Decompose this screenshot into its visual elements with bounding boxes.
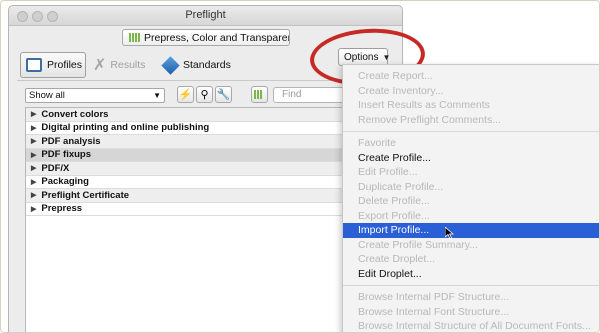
title-bar[interactable]: Preflight bbox=[9, 6, 402, 26]
disclosure-triangle-icon[interactable]: ▶ bbox=[31, 110, 36, 118]
tab-results-label: Results bbox=[110, 59, 146, 71]
disclosure-triangle-icon[interactable]: ▶ bbox=[31, 151, 36, 159]
tab-profiles-label: Profiles bbox=[47, 59, 83, 71]
bars-icon bbox=[129, 33, 140, 42]
menu-item-create-droplet[interactable]: Create Droplet... bbox=[343, 252, 599, 267]
disclosure-triangle-icon[interactable]: ▶ bbox=[31, 178, 36, 186]
menu-item-remove-preflight-comments[interactable]: Remove Preflight Comments... bbox=[343, 113, 599, 128]
category-label: Convert colors bbox=[41, 108, 109, 120]
tab-standards-label: Standards bbox=[183, 59, 231, 71]
wrench-button[interactable]: 🔧 bbox=[215, 86, 232, 103]
window-title: Preflight bbox=[185, 9, 226, 21]
magnifier-button[interactable]: ⚲ bbox=[196, 86, 213, 103]
profile-set-label: Prepress, Color and Transparency bbox=[144, 31, 290, 44]
menu-item-create-inventory[interactable]: Create Inventory... bbox=[343, 84, 599, 99]
tab-standards[interactable]: Standards bbox=[161, 52, 231, 78]
wrench-icon: 🔧 bbox=[216, 89, 231, 101]
category-label: PDF analysis bbox=[41, 135, 101, 147]
chevron-down-icon: ▼ bbox=[382, 52, 391, 62]
menu-separator bbox=[343, 285, 599, 286]
printer-icon bbox=[26, 58, 42, 72]
screenshot-frame: Preflight Prepress, Color and Transparen… bbox=[0, 0, 600, 333]
mouse-pointer-icon bbox=[445, 227, 454, 239]
profiles-list: ▶ Convert colors ▶ Digital printing and on… bbox=[25, 107, 350, 332]
disclosure-triangle-icon[interactable]: ▶ bbox=[31, 164, 36, 172]
tab-profiles[interactable]: Profiles bbox=[20, 52, 86, 78]
menu-item-import-profile[interactable]: Import Profile... bbox=[343, 223, 599, 238]
menu-item-create-profile-summary[interactable]: Create Profile Summary... bbox=[343, 238, 599, 253]
fix-icon-button[interactable]: ⚡ bbox=[177, 86, 194, 103]
filter-dropdown[interactable]: Show all ▼ bbox=[25, 88, 165, 103]
menu-item-favorite[interactable]: Favorite bbox=[343, 136, 599, 151]
bars-icon bbox=[253, 90, 262, 99]
options-label: Options bbox=[344, 51, 379, 63]
disclosure-triangle-icon[interactable]: ▶ bbox=[31, 124, 36, 132]
category-label: Preflight Certificate bbox=[41, 189, 130, 201]
standards-diamond-icon bbox=[161, 55, 180, 75]
find-input[interactable]: Find bbox=[273, 87, 345, 103]
chevron-down-icon: ▼ bbox=[153, 91, 161, 100]
menu-item-duplicate-profile[interactable]: Duplicate Profile... bbox=[343, 180, 599, 195]
profile-set-dropdown[interactable]: Prepress, Color and Transparency ▼ bbox=[122, 29, 290, 46]
menu-item-delete-profile[interactable]: Delete Profile... bbox=[343, 194, 599, 209]
profile-group-button[interactable] bbox=[251, 86, 268, 103]
menu-item-browse-all-document-fonts[interactable]: Browse Internal Structure of All Documen… bbox=[343, 319, 599, 332]
tab-results[interactable]: ✗ Results bbox=[93, 52, 145, 78]
menu-item-edit-droplet[interactable]: Edit Droplet... bbox=[343, 267, 599, 282]
menu-item-create-report[interactable]: Create Report... bbox=[343, 69, 599, 84]
list-item[interactable]: ▶ PDF analysis bbox=[26, 135, 349, 149]
disclosure-triangle-icon[interactable]: ▶ bbox=[31, 205, 36, 213]
list-item[interactable]: ▶ PDF fixups bbox=[26, 148, 349, 162]
list-item[interactable]: ▶ Prepress bbox=[26, 203, 349, 216]
menu-item-browse-font-structure[interactable]: Browse Internal Font Structure... bbox=[343, 305, 599, 320]
menu-item-insert-results-as-comments[interactable]: Insert Results as Comments bbox=[343, 98, 599, 113]
list-item[interactable]: ▶ Digital printing and online publishing bbox=[26, 122, 349, 135]
menu-separator bbox=[343, 131, 599, 132]
menu-item-export-profile[interactable]: Export Profile... bbox=[343, 209, 599, 224]
tools-disabled-icon: ✗ bbox=[93, 57, 107, 74]
list-item[interactable]: ▶ PDF/X bbox=[26, 162, 349, 176]
list-item[interactable]: ▶ Convert colors bbox=[26, 108, 349, 122]
list-item[interactable]: ▶ Preflight Certificate bbox=[26, 189, 349, 203]
filter-value: Show all bbox=[29, 90, 65, 101]
magnifier-icon: ⚲ bbox=[200, 89, 209, 101]
category-label: PDF fixups bbox=[41, 149, 92, 161]
category-label: Prepress bbox=[41, 203, 83, 215]
category-label: Packaging bbox=[41, 176, 89, 188]
options-menu: Create Report... Create Inventory... Ins… bbox=[342, 64, 599, 332]
menu-item-edit-profile[interactable]: Edit Profile... bbox=[343, 165, 599, 180]
menu-item-create-profile[interactable]: Create Profile... bbox=[343, 151, 599, 166]
disclosure-triangle-icon[interactable]: ▶ bbox=[31, 191, 36, 199]
lightning-icon: ⚡ bbox=[178, 89, 193, 101]
category-label: Digital printing and online publishing bbox=[41, 122, 210, 134]
disclosure-triangle-icon[interactable]: ▶ bbox=[31, 137, 36, 145]
list-item[interactable]: ▶ Packaging bbox=[26, 176, 349, 189]
menu-item-browse-pdf-structure[interactable]: Browse Internal PDF Structure... bbox=[343, 290, 599, 305]
category-label: PDF/X bbox=[41, 162, 70, 174]
